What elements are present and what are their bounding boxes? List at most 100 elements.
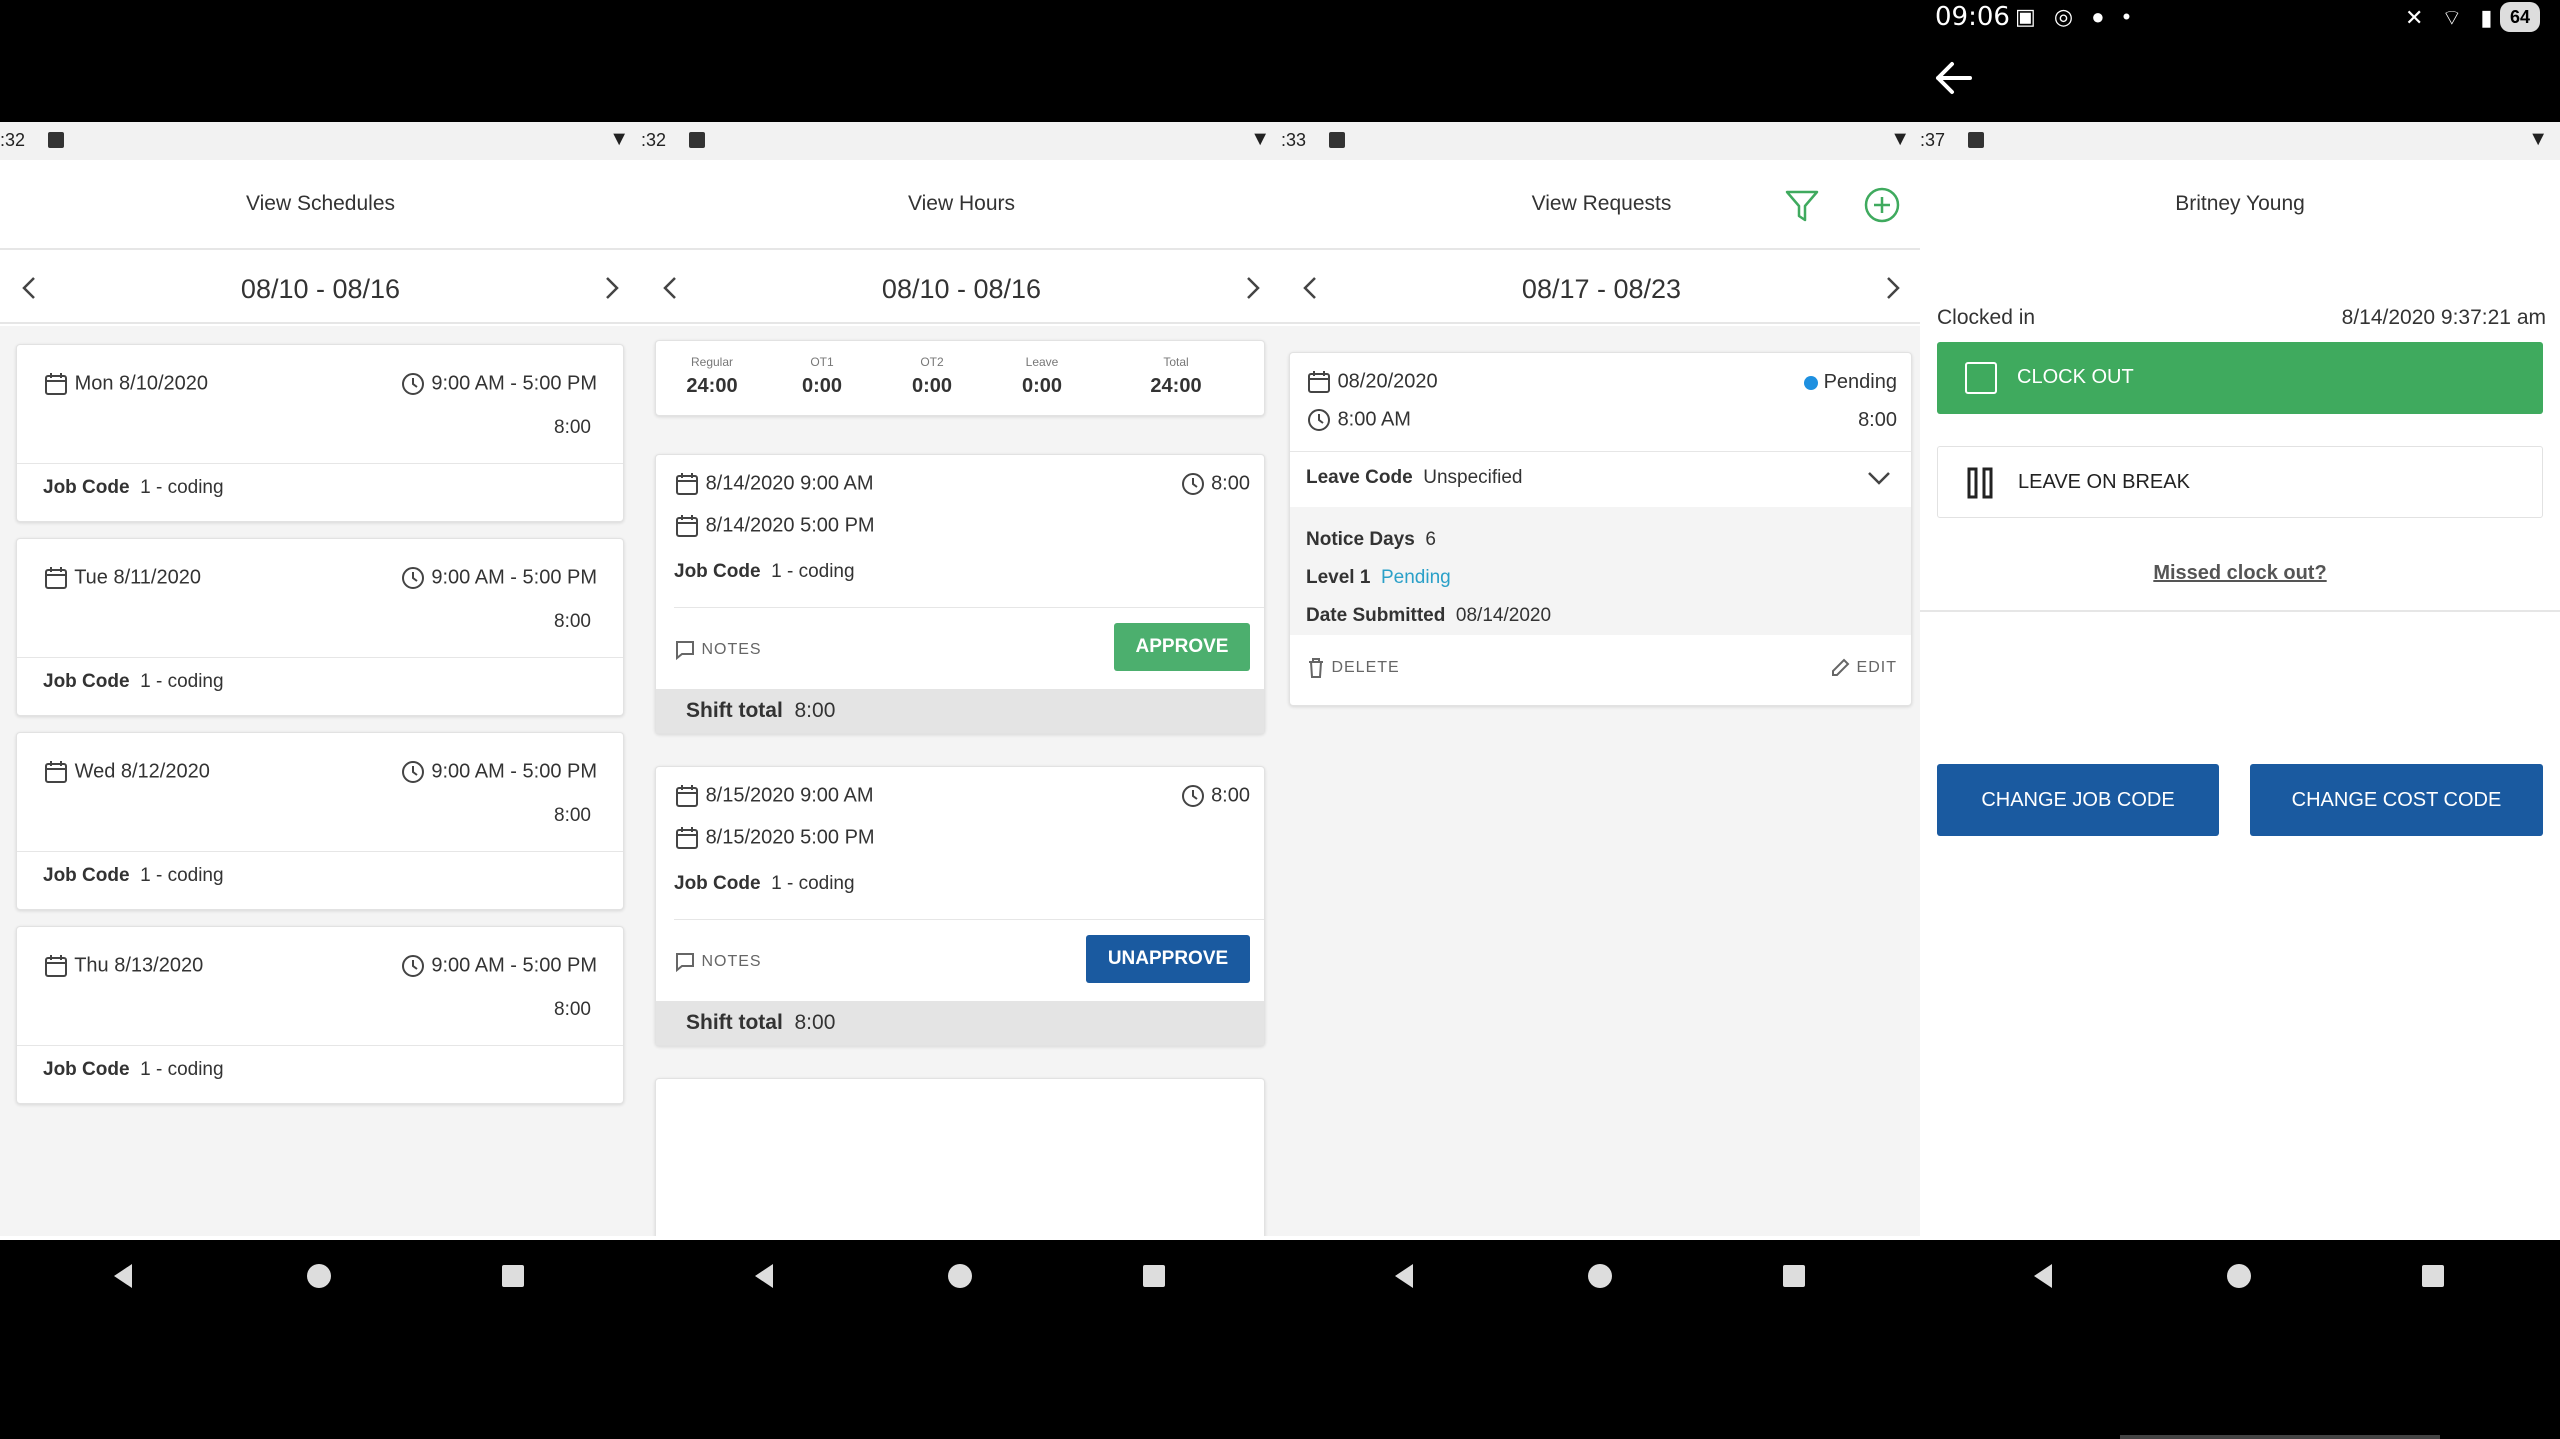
schedules-panel: :32 ▼ View Schedules 08/10 - 08/16 Mon 8… <box>0 122 641 1240</box>
back-arrow-icon[interactable] <box>1930 58 1976 98</box>
clocked-in-label: Clocked in <box>1937 306 2036 329</box>
battery-icon: 64 <box>2500 2 2540 32</box>
punch-start: 8/14/2020 9:00 AM <box>705 472 874 495</box>
schedule-card[interactable]: Wed 8/12/2020 9:00 AM - 5:00 PM 8:00 Job… <box>16 732 624 910</box>
nav-home-icon[interactable] <box>947 1262 973 1295</box>
job-code-label: Job Code <box>43 477 130 498</box>
add-circle-icon[interactable] <box>1863 186 1901 229</box>
schedule-time: 9:00 AM - 5:00 PM <box>431 566 597 589</box>
status-clock: :32 <box>641 130 667 150</box>
pencil-icon <box>1832 658 1850 676</box>
clock-icon <box>1181 785 1204 807</box>
calendar-icon <box>45 955 67 977</box>
trash-icon <box>1309 658 1323 678</box>
gesture-handle <box>2120 1435 2440 1439</box>
job-code-value: 1 - coding <box>140 477 224 498</box>
schedule-card[interactable]: Tue 8/11/2020 9:00 AM - 5:00 PM 8:00 Job… <box>16 538 624 716</box>
clock-icon <box>1308 409 1330 431</box>
status-bar: :33 ▼ <box>1281 122 1922 160</box>
filter-icon[interactable] <box>1784 188 1820 229</box>
nav-recents-icon[interactable] <box>500 1262 526 1295</box>
summary-ot2: OT2 0:00 <box>911 355 953 397</box>
chevron-right-icon[interactable] <box>1880 274 1904 302</box>
clock-out-button[interactable]: CLOCK OUT <box>1937 342 2543 414</box>
nav-recents-icon[interactable] <box>1781 1262 1807 1295</box>
image-icon <box>1329 132 1345 148</box>
nav-recents-icon[interactable] <box>1141 1262 1167 1295</box>
notice-days-label: Notice Days <box>1306 529 1415 550</box>
schedule-time: 9:00 AM - 5:00 PM <box>431 372 597 395</box>
change-cost-code-button[interactable]: CHANGE COST CODE <box>2250 764 2543 836</box>
missed-clock-out-link[interactable]: Missed clock out? <box>1920 562 2560 585</box>
requests-panel: :33 ▼ View Requests 08/17 - 08/23 08/20/… <box>1281 122 1922 1240</box>
clock-icon <box>1181 473 1204 495</box>
job-code-value: 1 - coding <box>771 561 855 582</box>
leave-code-label: Leave Code <box>1306 467 1413 488</box>
nav-back-icon[interactable] <box>2030 1262 2056 1295</box>
nav-recents-icon[interactable] <box>2420 1262 2446 1295</box>
leave-on-break-button[interactable]: LEAVE ON BREAK <box>1937 446 2543 518</box>
notes-button[interactable]: NOTES <box>674 951 762 973</box>
chevron-down-icon[interactable] <box>1865 467 1893 494</box>
date-range: 08/17 - 08/23 <box>1521 274 1682 304</box>
status-bar: :37 ▼ <box>1920 122 2560 160</box>
notice-days-value: 6 <box>1425 529 1436 550</box>
approve-button[interactable]: APPROVE <box>1114 623 1250 671</box>
request-details: Notice Days 6 Level 1 Pending Date Submi… <box>1290 507 1911 635</box>
signal-icons: ✕ ⌔ ▮ <box>2405 5 2499 30</box>
schedule-card[interactable]: Thu 8/13/2020 9:00 AM - 5:00 PM 8:00 Job… <box>16 926 624 1104</box>
job-code-label: Job Code <box>43 671 130 692</box>
stop-square-icon <box>1965 362 1997 394</box>
page-header: View Requests <box>1281 160 1922 250</box>
date-navigator: 08/17 - 08/23 <box>1281 252 1922 324</box>
summary-leave: Leave 0:00 <box>1021 355 1063 397</box>
android-nav-bar <box>0 1240 2560 1300</box>
change-job-code-button[interactable]: CHANGE JOB CODE <box>1937 764 2219 836</box>
clock-icon <box>401 761 424 783</box>
shift-total: Shift total 8:00 <box>656 1001 1264 1045</box>
user-name: Britney Young <box>2175 192 2305 215</box>
punch-card-partial <box>655 1078 1265 1236</box>
schedule-card[interactable]: Mon 8/10/2020 9:00 AM - 5:00 PM 8:00 Job… <box>16 344 624 522</box>
divider <box>674 919 1264 920</box>
schedule-date: Tue 8/11/2020 <box>74 566 201 589</box>
schedule-duration: 8:00 <box>554 805 591 826</box>
leave-code-value: Unspecified <box>1423 467 1523 488</box>
schedule-duration: 8:00 <box>554 611 591 632</box>
job-code-label: Job Code <box>43 865 130 886</box>
nav-home-icon[interactable] <box>2226 1262 2252 1295</box>
nav-back-icon[interactable] <box>110 1262 136 1295</box>
edit-button[interactable]: EDIT <box>1829 657 1897 679</box>
nav-home-icon[interactable] <box>1587 1262 1613 1295</box>
request-time: 8:00 AM <box>1337 408 1411 431</box>
job-code-value: 1 - coding <box>140 1059 224 1080</box>
summary-total: Total 24:00 <box>1150 355 1202 397</box>
wifi-icon: ▼ <box>2528 128 2548 150</box>
summary-ot1: OT1 0:00 <box>801 355 843 397</box>
chevron-right-icon[interactable] <box>1240 274 1264 302</box>
nav-back-icon[interactable] <box>751 1262 777 1295</box>
status-bar: :32 ▼ <box>641 122 1282 160</box>
comment-icon <box>676 953 694 973</box>
delete-button[interactable]: DELETE <box>1306 657 1400 679</box>
unapprove-button[interactable]: UNAPPROVE <box>1086 935 1250 983</box>
divider <box>674 607 1264 608</box>
wifi-icon: ▼ <box>1890 128 1910 150</box>
clock-icon <box>401 955 424 977</box>
request-status: Pending <box>1823 371 1897 393</box>
divider <box>17 657 623 658</box>
status-bar: :32 ▼ <box>0 122 641 160</box>
chevron-right-icon[interactable] <box>599 274 623 302</box>
hours-list: Regular 24:00 OT1 0:00 OT2 0:00 Leave 0:00 T… <box>641 326 1282 1236</box>
nav-back-icon[interactable] <box>1391 1262 1417 1295</box>
schedule-time: 9:00 AM - 5:00 PM <box>431 760 597 783</box>
request-list: 08/20/2020 Pending 8:00 AM 8:00 Leave Co… <box>1281 326 1922 1236</box>
summary-regular: Regular 24:00 <box>686 355 738 397</box>
nav-home-icon[interactable] <box>306 1262 332 1295</box>
job-code-label: Job Code <box>674 873 761 894</box>
calendar-icon <box>676 827 698 849</box>
hours-summary: Regular 24:00 OT1 0:00 OT2 0:00 Leave 0:00 T… <box>655 340 1265 416</box>
notes-button[interactable]: NOTES <box>674 639 762 661</box>
wifi-icon: ▼ <box>1250 128 1270 150</box>
screen: 09:06 ▣ ◎ ● • ✕ ⌔ ▮ 64 :32 ▼ View Schedu… <box>0 0 2560 1439</box>
